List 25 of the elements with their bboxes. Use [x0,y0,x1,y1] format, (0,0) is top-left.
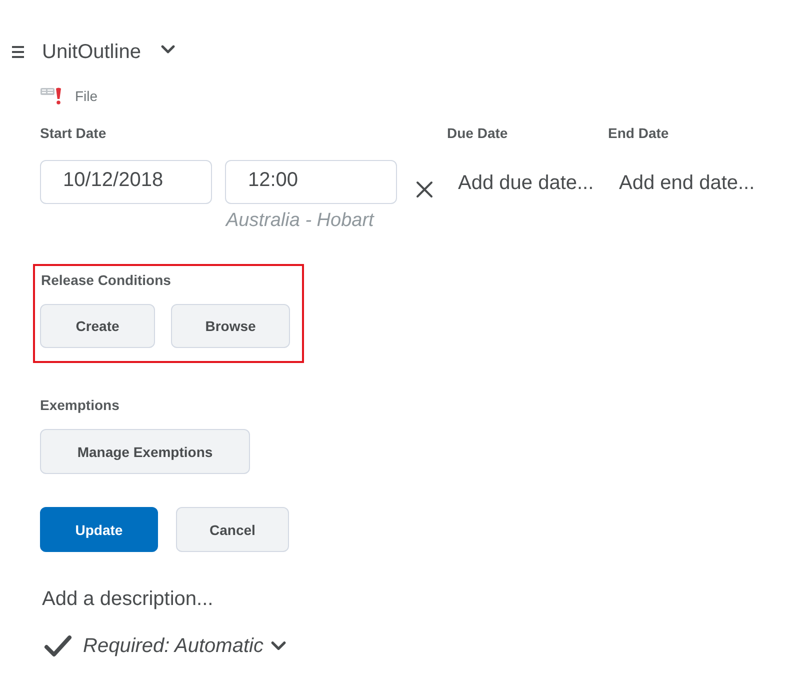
page-title: UnitOutline [42,40,141,65]
exemptions-label: Exemptions [40,396,120,414]
end-date-label: End Date [608,124,669,142]
add-due-date-link[interactable]: Add due date... [447,171,594,195]
time-field[interactable]: 12:00 [225,160,397,204]
chevron-down-icon [271,641,286,651]
add-end-date-link[interactable]: Add end date... [608,171,755,195]
due-date-label: Due Date [447,124,508,142]
browse-button[interactable]: Browse [171,304,290,348]
file-alert-icon [40,87,64,105]
check-icon [44,635,72,657]
update-button[interactable]: Update [40,507,158,552]
release-conditions-label: Release Conditions [41,271,171,289]
item-type-label: File [75,87,98,105]
create-button[interactable]: Create [40,304,155,348]
date-field[interactable]: 10/12/2018 [40,160,212,204]
completion-dropdown[interactable]: Required: Automatic [83,634,286,658]
cancel-button[interactable]: Cancel [176,507,289,552]
timezone-label: Australia - Hobart [226,211,374,231]
add-description-link[interactable]: Add a description... [42,587,214,611]
chevron-down-icon[interactable] [160,44,175,54]
manage-exemptions-button[interactable]: Manage Exemptions [40,429,250,474]
start-date-label: Start Date [40,124,106,142]
close-icon[interactable] [416,181,433,198]
menu-icon[interactable] [12,46,24,58]
